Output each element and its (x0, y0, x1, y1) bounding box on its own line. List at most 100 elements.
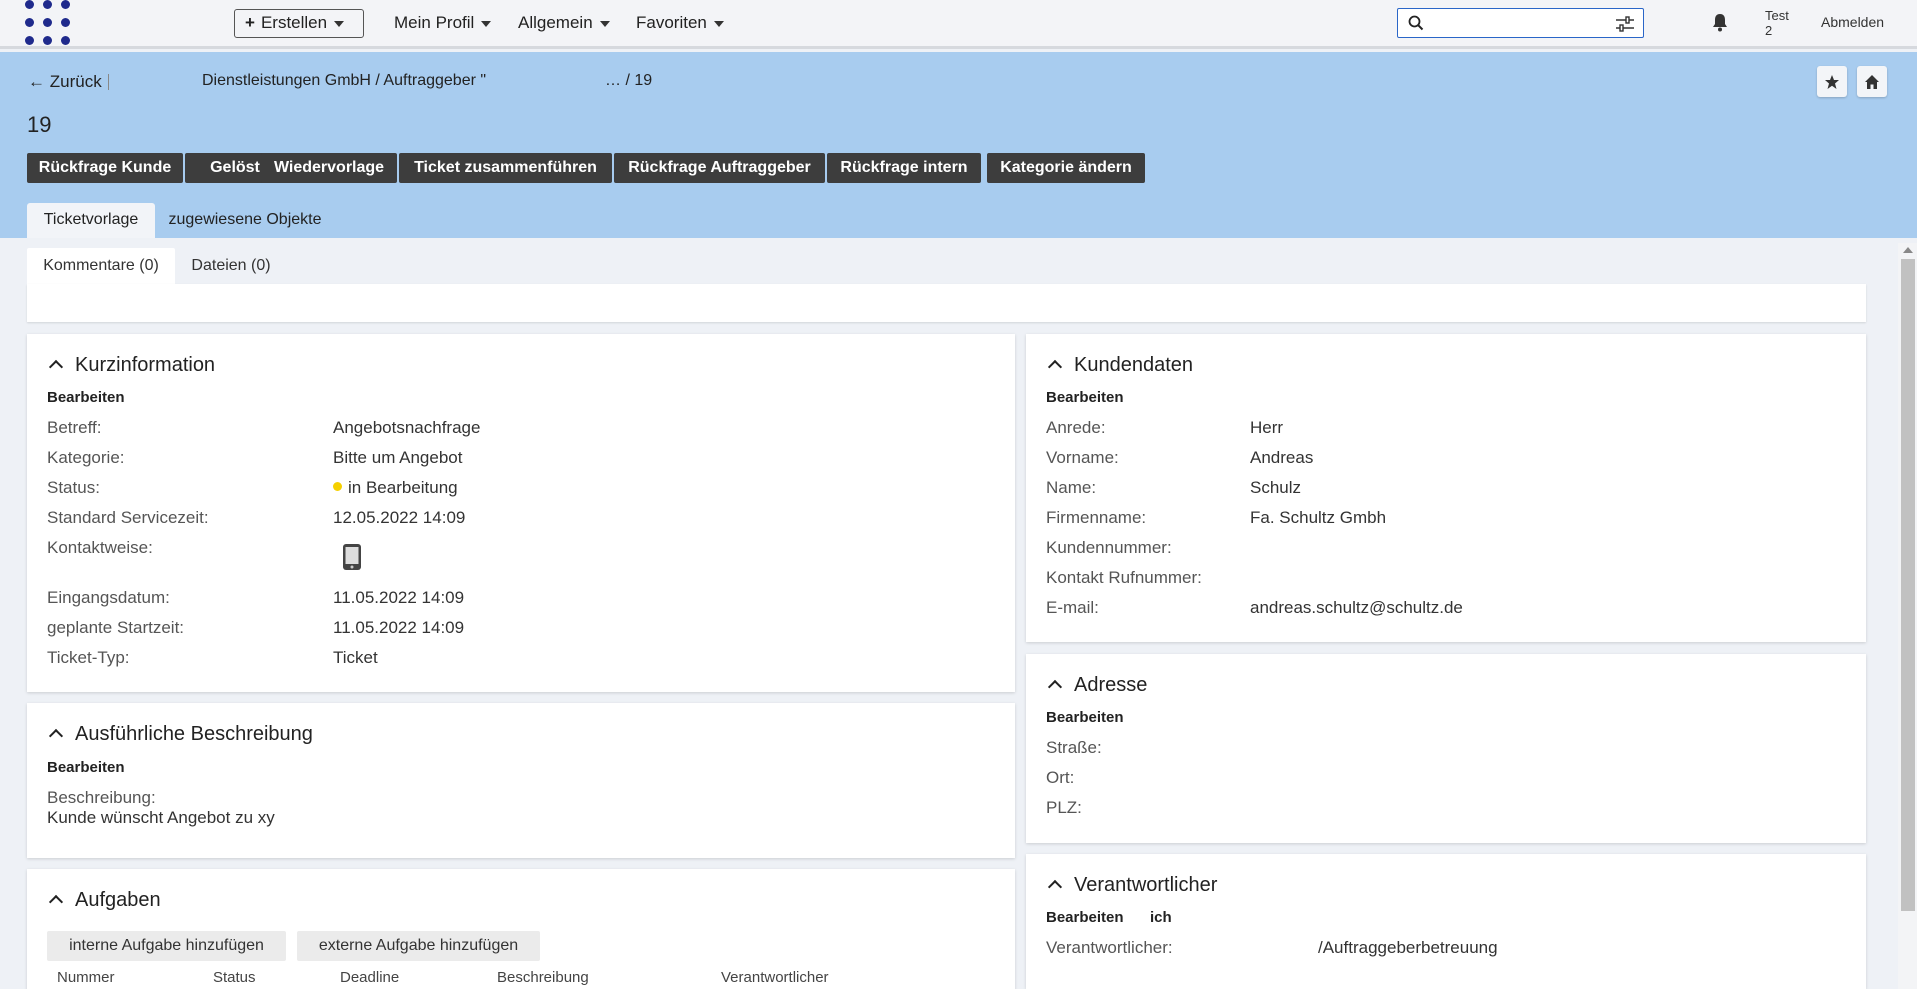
chevron-down-icon (713, 20, 724, 27)
field-value: Bitte um Angebot (333, 448, 463, 467)
user-name[interactable]: Test 2 (1765, 8, 1789, 38)
field-label: Status: (47, 478, 100, 497)
edit-link[interactable]: Bearbeiten (1046, 709, 1124, 726)
field-value: 11.05.2022 14:09 (333, 588, 465, 607)
field-value: Schulz (1250, 478, 1302, 497)
chevron-down-icon (599, 20, 610, 27)
field-label: Ort: (1046, 768, 1075, 787)
field-label: Name: (1046, 478, 1097, 497)
edit-link[interactable]: Bearbeiten (1046, 909, 1124, 926)
tab-files[interactable]: Dateien (0) (175, 248, 287, 284)
customer-data-header[interactable]: Kundendaten (1046, 354, 1193, 377)
tab-assigned-objects[interactable]: zugewiesene Objekte (158, 203, 332, 238)
description-text: Kunde wünscht Angebot zu xy (47, 808, 275, 827)
ticket-header: ← Zurück Dienstleistungen GmbH / Auftrag… (0, 52, 1917, 238)
add-external-task-button[interactable]: externe Aufgabe hinzufügen (297, 931, 540, 961)
back-link[interactable]: ← Zurück (28, 72, 102, 92)
field-label: Verantwortlicher: (1046, 938, 1173, 957)
bell-icon[interactable] (1711, 12, 1729, 32)
action-merge-ticket-button[interactable]: Ticket zusammenführen (399, 153, 612, 183)
field-label: Kontakt Rufnummer: (1046, 568, 1202, 587)
nav-my-profile[interactable]: Mein Profil (394, 13, 492, 33)
home-button[interactable] (1857, 66, 1887, 97)
action-request-client-button[interactable]: Rückfrage Auftraggeber (614, 153, 825, 183)
field-label: E-mail: (1046, 598, 1099, 617)
field-label: Vorname: (1046, 448, 1119, 467)
status-value: in Bearbeitung (333, 478, 458, 498)
action-change-category-button[interactable]: Kategorie ändern (987, 153, 1145, 183)
chevron-up-icon (1047, 879, 1063, 895)
field-label: Standard Servicezeit: (47, 508, 209, 527)
nav-my-profile-label: Mein Profil (394, 13, 475, 32)
action-request-customer-button[interactable]: Rückfrage Kunde (27, 153, 183, 183)
column-header-status[interactable]: Status (213, 969, 256, 986)
top-bar: + Erstellen Mein Profil Allgemein Favorit… (0, 0, 1917, 49)
create-button[interactable]: + Erstellen (234, 9, 364, 38)
address-header[interactable]: Adresse (1046, 674, 1147, 697)
field-label: Straße: (1046, 738, 1102, 757)
column-header-number[interactable]: Nummer (57, 969, 115, 986)
assign-me-link[interactable]: ich (1150, 909, 1172, 926)
customer-data-card: Kundendaten Bearbeiten Anrede: Herr Vorn… (1026, 334, 1866, 642)
tab-ticket-template[interactable]: Ticketvorlage (27, 203, 155, 238)
nav-favorites-label: Favoriten (636, 13, 707, 32)
scrollbar-thumb[interactable] (1901, 259, 1915, 911)
responsible-title: Verantwortlicher (1074, 874, 1218, 896)
breadcrumb-end: … / 19 (605, 72, 653, 89)
field-value: Herr (1250, 418, 1284, 437)
field-label: Kontaktweise: (47, 538, 153, 557)
description-header[interactable]: Ausführliche Beschreibung (47, 723, 313, 746)
chevron-up-icon (48, 359, 64, 375)
field-label: Kundennummer: (1046, 538, 1172, 557)
tab-comments[interactable]: Kommentare (0) (27, 248, 175, 284)
column-header-deadline[interactable]: Deadline (340, 969, 399, 986)
star-icon (1825, 75, 1839, 89)
edit-link[interactable]: Bearbeiten (47, 389, 125, 406)
chevron-down-icon (334, 20, 345, 27)
app-grid-icon[interactable] (25, 0, 73, 46)
column-header-description[interactable]: Beschreibung (497, 969, 589, 986)
nav-general[interactable]: Allgemein (518, 13, 610, 33)
field-label: Ticket-Typ: (47, 648, 130, 667)
chevron-up-icon (1047, 359, 1063, 375)
short-info-header[interactable]: Kurzinformation (47, 354, 215, 377)
field-value: Ticket (333, 648, 378, 667)
field-label: Firmenname: (1046, 508, 1147, 527)
user-name-line1: Test (1765, 8, 1789, 23)
edit-link[interactable]: Bearbeiten (47, 759, 125, 776)
page-title: 19 (27, 112, 52, 137)
add-internal-task-button[interactable]: interne Aufgabe hinzufügen (47, 931, 286, 961)
scrollbar[interactable] (1898, 243, 1917, 989)
field-label: Kategorie: (47, 448, 125, 467)
nav-favorites[interactable]: Favoriten (636, 13, 724, 33)
create-label: Erstellen (260, 13, 328, 32)
tasks-card: Aufgaben interne Aufgabe hinzufügen exte… (27, 869, 1015, 989)
action-request-internal-button[interactable]: Rückfrage intern (827, 153, 981, 183)
search-icon (1408, 15, 1424, 31)
edit-link[interactable]: Bearbeiten (1046, 389, 1124, 406)
responsible-header[interactable]: Verantwortlicher (1046, 874, 1217, 897)
tasks-title: Aufgaben (75, 889, 161, 911)
description-card: Ausführliche Beschreibung Bearbeiten Bes… (27, 703, 1015, 858)
filter-settings-icon[interactable] (1615, 15, 1635, 33)
field-label: Beschreibung: (47, 788, 156, 807)
divider (108, 74, 109, 90)
email-value[interactable]: andreas.schultz@schultz.de (1250, 598, 1463, 618)
breadcrumb[interactable]: Dienstleistungen GmbH / Auftraggeber " (202, 72, 486, 90)
status-text: in Bearbeitung (348, 478, 458, 497)
search-input[interactable] (1397, 8, 1644, 38)
action-resubmission-button[interactable]: Wiedervorlage (261, 153, 397, 183)
short-info-card: Kurzinformation Bearbeiten Betreff: Ange… (27, 334, 1015, 692)
column-header-responsible[interactable]: Verantwortlicher (721, 969, 829, 986)
favorite-button[interactable] (1817, 66, 1847, 97)
logout-link[interactable]: Abmelden (1821, 14, 1884, 30)
field-label: geplante Startzeit: (47, 618, 185, 637)
mobile-phone-icon (343, 544, 361, 570)
field-value: /Auftraggeberbetreuung (1318, 938, 1498, 957)
home-icon (1865, 75, 1879, 89)
user-name-line2: 2 (1765, 23, 1773, 38)
field-value: 11.05.2022 14:09 (333, 618, 465, 637)
tasks-header[interactable]: Aufgaben (47, 889, 161, 912)
scroll-up-icon[interactable] (1903, 247, 1913, 253)
description-title: Ausführliche Beschreibung (75, 723, 313, 745)
